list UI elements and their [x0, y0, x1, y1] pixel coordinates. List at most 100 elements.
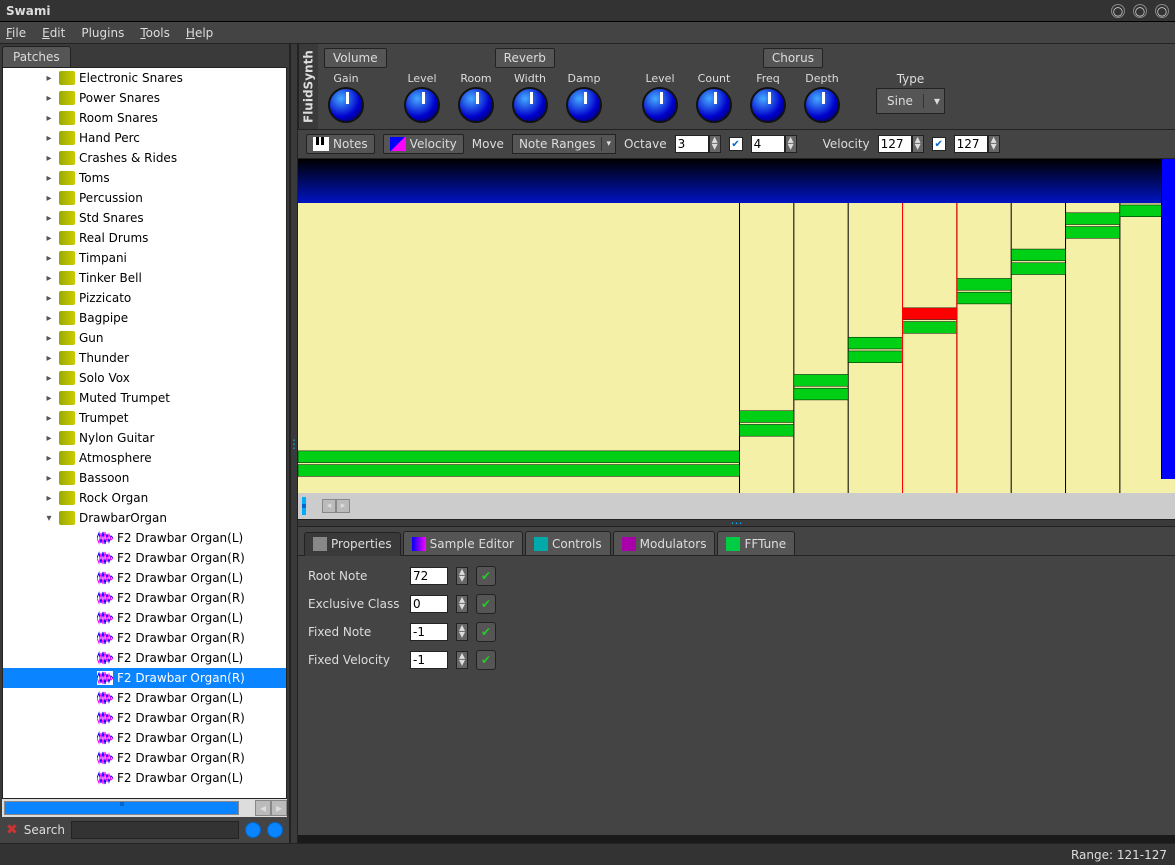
tree-row[interactable]: ▸Tinker Bell [3, 268, 286, 288]
volume-section[interactable]: Volume [324, 48, 387, 68]
expand-arrow-icon[interactable]: ▸ [43, 373, 55, 384]
chorus-freq-knob[interactable] [750, 87, 786, 123]
spinner[interactable]: ▴▾ [456, 595, 468, 613]
reverb-section[interactable]: Reverb [495, 48, 555, 68]
maximize-button[interactable]: ○ [1133, 4, 1147, 18]
apply-button[interactable]: ✔ [476, 622, 496, 642]
search-prev-button[interactable] [245, 822, 261, 838]
fixed-vel-input[interactable] [410, 651, 448, 669]
tree-row[interactable]: F2 Drawbar Organ(L) [3, 728, 286, 748]
velocity2-input[interactable] [954, 135, 988, 153]
gain-knob[interactable] [328, 87, 364, 123]
tree-row[interactable]: F2 Drawbar Organ(L) [3, 648, 286, 668]
expand-arrow-icon[interactable]: ▸ [43, 293, 55, 304]
tree-row[interactable]: F2 Drawbar Organ(L) [3, 608, 286, 628]
spinner[interactable]: ▴▾ [988, 135, 1000, 153]
scroll-right-icon[interactable]: ▸ [271, 800, 287, 816]
patch-tree[interactable]: ▸Electronic Snares▸Power Snares▸Room Sna… [2, 67, 287, 799]
chorus-type-combo[interactable]: Sine▾ [876, 88, 945, 114]
scroll-right-icon[interactable]: ▸ [336, 499, 350, 513]
reverb-width-knob[interactable] [512, 87, 548, 123]
move-mode-combo[interactable]: Note Ranges▾ [512, 134, 616, 154]
tree-row[interactable]: F2 Drawbar Organ(L) [3, 768, 286, 788]
tab-patches[interactable]: Patches [2, 46, 71, 67]
tree-row[interactable]: ▸Solo Vox [3, 368, 286, 388]
expand-arrow-icon[interactable]: ▸ [43, 233, 55, 244]
tree-row[interactable]: ▸Electronic Snares [3, 68, 286, 88]
tree-row[interactable]: ▸Muted Trumpet [3, 388, 286, 408]
menu-file[interactable]: File [6, 26, 26, 40]
expand-arrow-icon[interactable]: ▸ [43, 93, 55, 104]
menu-plugins[interactable]: Plugins [81, 26, 124, 40]
expand-arrow-icon[interactable]: ▸ [43, 133, 55, 144]
velocity-button[interactable]: Velocity [383, 134, 464, 154]
tree-row[interactable]: ▸Gun [3, 328, 286, 348]
tree-row[interactable]: F2 Drawbar Organ(R) [3, 748, 286, 768]
tree-hscrollbar[interactable]: ◂ ▸ [2, 799, 287, 817]
expand-arrow-icon[interactable]: ▸ [43, 113, 55, 124]
chorus-level-knob[interactable] [642, 87, 678, 123]
expand-arrow-icon[interactable]: ▸ [43, 473, 55, 484]
reverb-room-knob[interactable] [458, 87, 494, 123]
expand-arrow-icon[interactable]: ▸ [43, 413, 55, 424]
range-vscrollbar[interactable] [1161, 159, 1175, 479]
spinner[interactable]: ▴▾ [912, 135, 924, 153]
tree-row[interactable]: ▾DrawbarOrgan [3, 508, 286, 528]
tree-row[interactable]: ▸Atmosphere [3, 448, 286, 468]
tree-row[interactable]: ▸Thunder [3, 348, 286, 368]
tree-row[interactable]: ▸Real Drums [3, 228, 286, 248]
tree-row[interactable]: ▸Rock Organ [3, 488, 286, 508]
chorus-count-knob[interactable] [696, 87, 732, 123]
chorus-depth-knob[interactable] [804, 87, 840, 123]
spinner[interactable]: ▴▾ [785, 135, 797, 153]
octave-link-check[interactable]: ✔ [729, 137, 743, 151]
menu-edit[interactable]: Edit [42, 26, 65, 40]
spinner[interactable]: ▴▾ [456, 651, 468, 669]
expand-arrow-icon[interactable]: ▸ [43, 213, 55, 224]
expand-arrow-icon[interactable]: ▸ [43, 153, 55, 164]
tab-fftune[interactable]: FFTune [717, 531, 795, 555]
notes-button[interactable]: Notes [306, 134, 375, 154]
search-next-button[interactable] [267, 822, 283, 838]
vertical-splitter[interactable] [290, 44, 298, 843]
reverb-damp-knob[interactable] [566, 87, 602, 123]
tree-row[interactable]: ▸Trumpet [3, 408, 286, 428]
expand-arrow-icon[interactable]: ▸ [43, 393, 55, 404]
expand-arrow-icon[interactable]: ▸ [43, 333, 55, 344]
spinner[interactable]: ▴▾ [456, 567, 468, 585]
tab-modulators[interactable]: Modulators [613, 531, 716, 555]
tree-row[interactable]: F2 Drawbar Organ(R) [3, 668, 286, 688]
scroll-left-icon[interactable]: ◂ [255, 800, 271, 816]
note-range-view[interactable]: ◂ ▸ [298, 159, 1175, 519]
root-note-input[interactable] [410, 567, 448, 585]
menu-help[interactable]: Help [186, 26, 213, 40]
velocity1-input[interactable] [878, 135, 912, 153]
tree-row[interactable]: ▸Pizzicato [3, 288, 286, 308]
expand-arrow-icon[interactable]: ▸ [43, 253, 55, 264]
expand-arrow-icon[interactable]: ▸ [43, 273, 55, 284]
horizontal-splitter[interactable] [298, 519, 1175, 527]
tree-row[interactable]: ▸Power Snares [3, 88, 286, 108]
reverb-level-knob[interactable] [404, 87, 440, 123]
fixed-note-input[interactable] [410, 623, 448, 641]
tab-sample-editor[interactable]: Sample Editor [403, 531, 523, 555]
tree-row[interactable]: F2 Drawbar Organ(R) [3, 708, 286, 728]
tree-row[interactable]: F2 Drawbar Organ(R) [3, 628, 286, 648]
scroll-left-icon[interactable]: ◂ [322, 499, 336, 513]
tree-row[interactable]: ▸Bassoon [3, 468, 286, 488]
tree-row[interactable]: F2 Drawbar Organ(L) [3, 568, 286, 588]
expand-arrow-icon[interactable]: ▾ [43, 513, 55, 524]
tree-row[interactable]: ▸Timpani [3, 248, 286, 268]
apply-button[interactable]: ✔ [476, 650, 496, 670]
velocity-link-check[interactable]: ✔ [932, 137, 946, 151]
spinner[interactable]: ▴▾ [709, 135, 721, 153]
expand-arrow-icon[interactable]: ▸ [43, 353, 55, 364]
tree-row[interactable]: F2 Drawbar Organ(R) [3, 588, 286, 608]
minimize-button[interactable]: ○ [1111, 4, 1125, 18]
expand-arrow-icon[interactable]: ▸ [43, 433, 55, 444]
menu-tools[interactable]: Tools [140, 26, 170, 40]
expand-arrow-icon[interactable]: ▸ [43, 313, 55, 324]
octave1-input[interactable] [675, 135, 709, 153]
close-button[interactable]: ○ [1155, 4, 1169, 18]
expand-arrow-icon[interactable]: ▸ [43, 493, 55, 504]
